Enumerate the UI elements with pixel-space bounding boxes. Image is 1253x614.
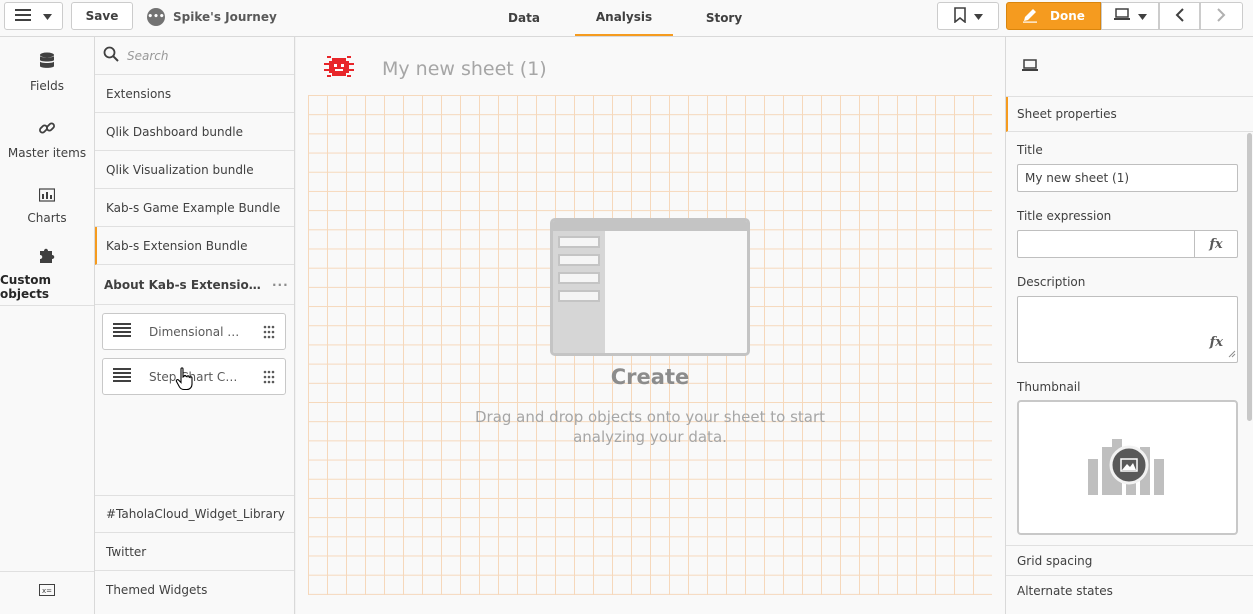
description-textarea[interactable]: fx xyxy=(1017,296,1238,363)
search-box[interactable] xyxy=(95,37,294,75)
rail-item-label: Fields xyxy=(30,78,64,93)
rail-item-label: Custom objects xyxy=(0,272,51,301)
thumbnail-label: Thumbnail xyxy=(1017,380,1081,394)
thumbnail-picker[interactable] xyxy=(1017,400,1238,535)
rail-item-label: Charts xyxy=(27,210,67,225)
search-input[interactable] xyxy=(127,48,287,63)
tab-analysis[interactable]: Analysis xyxy=(575,0,673,36)
hand-cursor-icon xyxy=(175,367,193,394)
drag-handle-icon[interactable] xyxy=(263,325,275,342)
resize-grip-icon[interactable] xyxy=(1228,347,1236,361)
bar-chart-icon xyxy=(38,187,56,205)
variables-button[interactable]: x= xyxy=(0,571,94,611)
hamburger-icon xyxy=(15,8,33,25)
description-label: Description xyxy=(1017,275,1086,289)
bookmark-button[interactable] xyxy=(937,2,999,30)
grid-spacing-section[interactable]: Grid spacing xyxy=(1006,545,1253,575)
rail-item-label: Master items xyxy=(7,145,87,160)
chevron-left-icon xyxy=(1175,7,1184,25)
chevron-down-icon xyxy=(973,9,983,23)
extension-label: Dimensional Selector xyxy=(149,324,243,339)
bundle-item-kabs-extension[interactable]: Kab-s Extension Bundle xyxy=(95,227,294,265)
laptop-icon xyxy=(1022,58,1038,75)
sheet-canvas[interactable]: My new sheet (1) Create Drag and drop ob… xyxy=(296,37,1005,614)
bundle-about-header[interactable]: About Kab-s Extension Bundle ··· xyxy=(95,265,294,305)
bookmark-icon xyxy=(953,6,966,26)
create-illustration xyxy=(550,218,750,356)
app-title-label: Spike's Journey xyxy=(173,10,277,24)
alternate-states-section[interactable]: Alternate states xyxy=(1006,575,1253,605)
bundle-item-taholacloud[interactable]: #TaholaCloud_Widget_Library xyxy=(95,495,294,533)
bundle-item-qlik-dashboard[interactable]: Qlik Dashboard bundle xyxy=(95,113,294,151)
expression-editor-button[interactable]: fx xyxy=(1194,231,1237,257)
rail-item-fields[interactable]: Fields xyxy=(0,39,94,105)
bundle-item-qlik-visualization[interactable]: Qlik Visualization bundle xyxy=(95,151,294,189)
rail-item-master-items[interactable]: Master items xyxy=(0,106,94,172)
bundle-item-kabs-game-example[interactable]: Kab-s Game Example Bundle xyxy=(95,189,294,227)
puzzle-icon xyxy=(38,246,56,267)
chevron-down-icon xyxy=(43,9,52,23)
list-icon xyxy=(113,323,131,340)
bundle-about-label: About Kab-s Extension Bundle xyxy=(104,277,262,292)
extension-item-dimensional-selector[interactable]: Dimensional Selector xyxy=(102,313,286,350)
rail-item-custom-objects[interactable]: Custom objects xyxy=(0,240,94,306)
rail-item-charts[interactable]: Charts xyxy=(0,173,94,239)
title-input[interactable]: My new sheet (1) xyxy=(1017,164,1238,192)
asset-panel-rail: Fields Master items Charts Custom object… xyxy=(0,37,95,614)
sheet-properties-header[interactable]: Sheet properties xyxy=(1006,97,1253,132)
bundle-item-extensions[interactable]: Extensions xyxy=(95,75,294,113)
title-expression-input[interactable]: fx xyxy=(1017,230,1238,258)
extension-label: Step Chart Component xyxy=(149,369,243,384)
list-icon xyxy=(113,368,131,385)
rail-divider xyxy=(0,305,94,306)
bundle-item-themed-widgets[interactable]: Themed Widgets xyxy=(95,571,294,609)
database-icon xyxy=(39,52,55,73)
properties-panel: Sheet properties Title My new sheet (1) … xyxy=(1005,37,1253,614)
more-options-icon[interactable]: ··· xyxy=(272,278,289,292)
expression-editor-button[interactable]: fx xyxy=(1210,335,1223,350)
create-title: Create xyxy=(610,365,690,389)
variable-icon: x= xyxy=(39,584,55,599)
sheet-title[interactable]: My new sheet (1) xyxy=(382,58,547,80)
assets-panel: Extensions Qlik Dashboard bundle Qlik Vi… xyxy=(95,37,295,614)
top-toolbar: Save ••• Spike's Journey Data Analysis S… xyxy=(0,0,1253,37)
search-icon xyxy=(103,46,119,65)
link-icon xyxy=(38,119,56,140)
drag-handle-icon[interactable] xyxy=(263,370,275,387)
tab-story[interactable]: Story xyxy=(684,0,764,35)
create-description: Drag and drop objects onto your sheet to… xyxy=(474,408,826,446)
title-label: Title xyxy=(1017,143,1043,157)
done-label: Done xyxy=(1050,9,1085,23)
properties-scrollbar[interactable] xyxy=(1247,133,1252,421)
save-button[interactable]: Save xyxy=(71,2,133,30)
device-preview-button[interactable] xyxy=(1101,2,1159,30)
properties-header xyxy=(1006,37,1253,97)
sheet-header: My new sheet (1) xyxy=(322,55,547,82)
app-title[interactable]: ••• Spike's Journey xyxy=(147,8,277,26)
extension-item-step-chart[interactable]: Step Chart Component xyxy=(102,358,286,395)
laptop-icon xyxy=(1113,8,1130,24)
chevron-down-icon xyxy=(1137,9,1147,23)
app-menu-icon[interactable]: ••• xyxy=(147,8,165,26)
chevron-right-icon xyxy=(1217,7,1226,25)
previous-sheet-button[interactable] xyxy=(1159,2,1200,30)
bundle-item-twitter[interactable]: Twitter xyxy=(95,533,294,571)
tab-data[interactable]: Data xyxy=(484,0,564,35)
next-sheet-button[interactable] xyxy=(1200,2,1243,30)
global-menu-button[interactable] xyxy=(4,2,63,30)
svg-text:x=: x= xyxy=(42,587,52,595)
thumbnail-placeholder-icon xyxy=(1088,439,1164,495)
done-editing-button[interactable]: Done xyxy=(1006,2,1101,30)
pencil-icon xyxy=(1022,7,1038,26)
title-expression-label: Title expression xyxy=(1017,209,1112,223)
sheet-thumbnail-icon[interactable] xyxy=(322,55,356,82)
